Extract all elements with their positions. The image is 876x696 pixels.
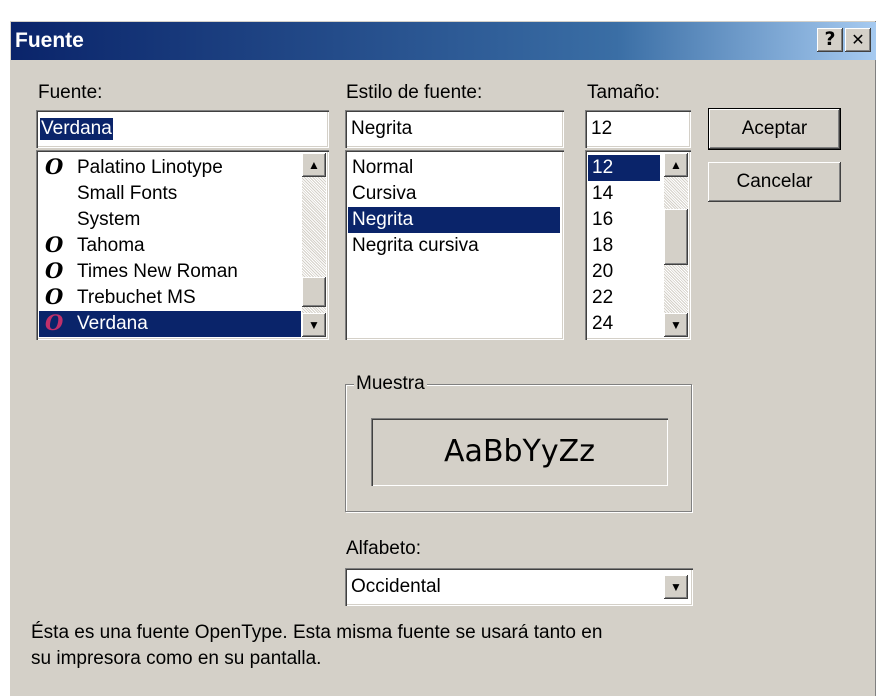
style-list-item-label: Cursiva: [352, 183, 417, 204]
size-list-item[interactable]: 24: [588, 311, 660, 337]
title-bar[interactable]: Fuente ? ✕: [11, 22, 876, 60]
style-list-item[interactable]: Negrita: [348, 207, 560, 233]
opentype-icon: O: [45, 310, 64, 335]
scroll-thumb[interactable]: [302, 277, 326, 307]
size-list-item[interactable]: 18: [588, 233, 660, 259]
opentype-icon: O: [45, 258, 64, 283]
font-list-item-label: Trebuchet MS: [77, 287, 196, 308]
style-list-item-label: Negrita: [352, 209, 414, 230]
font-list-item[interactable]: Small Fonts: [39, 181, 301, 207]
style-list-item-label: Negrita cursiva: [352, 235, 479, 256]
sample-legend: Muestra: [354, 373, 427, 395]
size-list-item-label: 20: [592, 261, 614, 282]
style-list-items: Normal Cursiva Negrita Negrita cursiva: [348, 155, 560, 337]
size-list-item-label: 24: [592, 313, 614, 334]
font-list-item-label: Small Fonts: [77, 183, 178, 204]
size-list-item[interactable]: 22: [588, 285, 660, 311]
size-list-item-label: 12: [592, 157, 614, 178]
opentype-icon: O: [45, 284, 64, 309]
size-input-value: 12: [591, 118, 613, 139]
font-list-item[interactable]: O Times New Roman: [39, 258, 301, 285]
description-line-1: Ésta es una fuente OpenType. Esta misma …: [31, 622, 603, 643]
opentype-icon: O: [45, 155, 64, 179]
size-label: Tamaño:: [587, 82, 660, 103]
style-list-item[interactable]: Normal: [348, 155, 560, 181]
style-list[interactable]: Normal Cursiva Negrita Negrita cursiva: [345, 150, 564, 340]
cancel-button[interactable]: Cancelar: [708, 162, 841, 202]
dialog-title: Fuente: [15, 29, 84, 52]
style-input[interactable]: Negrita: [345, 110, 564, 148]
font-list-scrollbar[interactable]: ▲ ▼: [302, 153, 326, 337]
script-select-value: Occidental: [351, 576, 441, 597]
opentype-icon: O: [45, 232, 64, 257]
size-input[interactable]: 12: [585, 110, 691, 148]
style-input-value: Negrita: [351, 118, 413, 139]
close-button[interactable]: ✕: [845, 28, 871, 52]
scroll-down-button[interactable]: ▼: [664, 313, 688, 337]
size-list-item-label: 18: [592, 235, 614, 256]
font-list-item[interactable]: O Verdana: [39, 310, 301, 337]
script-label: Alfabeto:: [346, 538, 421, 559]
style-list-item-label: Normal: [352, 157, 414, 178]
font-list-item[interactable]: O Tahoma: [39, 232, 301, 259]
size-list-item[interactable]: 20: [588, 259, 660, 285]
font-list-item[interactable]: O Trebuchet MS: [39, 284, 301, 311]
font-dialog: Fuente ? ✕ Fuente: Verdana O Palatino Lin…: [9, 20, 876, 696]
size-list-item[interactable]: 12: [588, 155, 660, 181]
style-label: Estilo de fuente:: [346, 82, 483, 103]
font-list-item-label: Times New Roman: [77, 261, 238, 282]
font-list-item-label: Tahoma: [77, 235, 145, 256]
font-list-item[interactable]: O Palatino Linotype: [39, 155, 301, 181]
font-label: Fuente:: [38, 82, 103, 103]
font-input[interactable]: Verdana: [36, 110, 329, 148]
scroll-down-button[interactable]: ▼: [302, 313, 326, 337]
size-list-item-label: 16: [592, 209, 614, 230]
style-list-item[interactable]: Cursiva: [348, 181, 560, 207]
size-list-item[interactable]: 16: [588, 207, 660, 233]
size-list-scrollbar[interactable]: ▲ ▼: [664, 153, 688, 337]
sample-preview: AaBbYyZz: [371, 418, 668, 486]
font-list-item-label: Palatino Linotype: [77, 157, 223, 178]
font-list-item[interactable]: System: [39, 207, 301, 233]
scroll-up-button[interactable]: ▲: [302, 153, 326, 177]
font-input-value: Verdana: [40, 118, 113, 140]
font-list-items: O Palatino Linotype Small Fonts System O Taho…: [39, 155, 301, 337]
font-list-item-label: Verdana: [77, 313, 148, 334]
help-button[interactable]: ?: [817, 28, 843, 52]
scroll-up-button[interactable]: ▲: [664, 153, 688, 177]
description-line-2: su impresora como en su pantalla.: [31, 648, 322, 669]
size-list-item[interactable]: 14: [588, 181, 660, 207]
size-list-item-label: 22: [592, 287, 614, 308]
size-list-item-label: 14: [592, 183, 614, 204]
script-select[interactable]: Occidental ▼: [345, 568, 693, 606]
chevron-down-icon[interactable]: ▼: [664, 575, 688, 599]
size-list[interactable]: 12 14 16 18 20 22 24 ▲ ▼: [585, 150, 691, 340]
size-list-items: 12 14 16 18 20 22 24: [588, 155, 660, 337]
font-list-item-label: System: [77, 209, 141, 230]
scroll-thumb[interactable]: [664, 209, 688, 265]
ok-button[interactable]: Aceptar: [708, 108, 841, 150]
font-list[interactable]: O Palatino Linotype Small Fonts System O Taho…: [36, 150, 329, 340]
style-list-item[interactable]: Negrita cursiva: [348, 233, 560, 259]
